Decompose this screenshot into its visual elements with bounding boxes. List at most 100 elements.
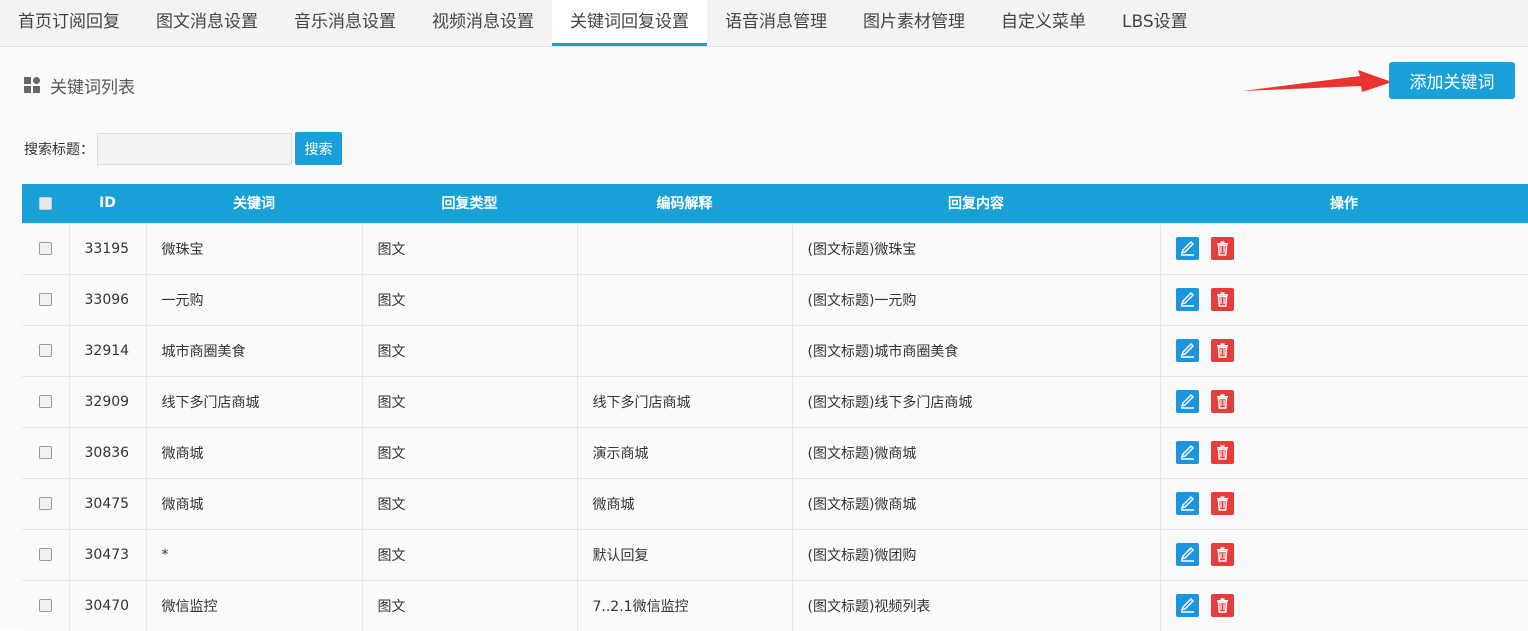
cell-keyword: 微商城 [146,426,363,478]
row-checkbox[interactable] [22,324,70,376]
header-keyword: 关键词 [233,196,275,213]
tab-video-settings[interactable]: 视频消息设置 [414,0,552,46]
header-reply-content: 回复内容 [948,196,1004,213]
tab-lbs-settings[interactable]: LBS设置 [1104,0,1206,46]
cell-operations [1160,477,1528,529]
tab-keyword-reply[interactable]: 关键词回复设置 [552,0,707,46]
cell-reply-content: (图文标题)微商城 [792,426,1161,478]
delete-icon[interactable] [1210,492,1234,515]
table-row: 30836 微商城 图文 演示商城 (图文标题)微商城 [22,426,1528,478]
tab-home-reply[interactable]: 首页订阅回复 [0,0,138,46]
table-row: 32909 线下多门店商城 图文 线下多门店商城 (图文标题)线下多门店商城 [22,375,1528,427]
cell-operations [1160,273,1528,325]
table-row: 30475 微商城 图文 微商城 (图文标题)微商城 [22,477,1528,529]
cell-keyword: 城市商圈美食 [146,324,363,376]
grid-icon [24,77,40,93]
table-row: 32914 城市商圈美食 图文 (图文标题)城市商圈美食 [22,324,1528,376]
cell-reply-type: 图文 [362,273,578,325]
tab-bar: 首页订阅回复 图文消息设置 音乐消息设置 视频消息设置 关键词回复设置 语音消息… [0,0,1528,47]
cell-reply-type: 图文 [362,222,578,274]
delete-icon[interactable] [1210,339,1234,362]
cell-id: 30475 [69,477,147,529]
cell-reply-content: (图文标题)城市商圈美食 [792,324,1161,376]
select-all-checkbox[interactable] [22,184,69,223]
edit-icon[interactable] [1175,288,1199,311]
add-keyword-button[interactable]: 添加关键词 [1389,62,1515,99]
cell-operations [1160,222,1528,274]
tab-news-settings[interactable]: 图文消息设置 [138,0,276,46]
delete-icon[interactable] [1210,441,1234,464]
edit-icon[interactable] [1175,543,1199,566]
cell-reply-type: 图文 [362,375,578,427]
tab-image-assets[interactable]: 图片素材管理 [845,0,983,46]
delete-icon[interactable] [1210,390,1234,413]
edit-icon[interactable] [1175,339,1199,362]
edit-icon[interactable] [1175,492,1199,515]
cell-reply-type: 图文 [362,528,578,580]
cell-operations [1160,426,1528,478]
cell-keyword: 线下多门店商城 [146,375,363,427]
cell-reply-type: 图文 [362,324,578,376]
cell-id: 32914 [69,324,147,376]
row-checkbox[interactable] [22,477,70,529]
edit-icon[interactable] [1175,237,1199,260]
cell-id: 30836 [69,426,147,478]
search-input[interactable] [97,132,292,165]
delete-icon[interactable] [1210,543,1234,566]
row-checkbox[interactable] [22,273,70,325]
cell-operations [1160,579,1528,631]
cell-reply-content: (图文标题)微商城 [792,477,1161,529]
cell-reply-content: (图文标题)线下多门店商城 [792,375,1161,427]
search-button[interactable]: 搜索 [295,132,342,165]
cell-id: 30470 [69,579,147,631]
delete-icon[interactable] [1210,237,1234,260]
table-row: 33096 一元购 图文 (图文标题)一元购 [22,273,1528,325]
cell-operations [1160,528,1528,580]
header-operations: 操作 [1330,196,1358,213]
cell-keyword: 微商城 [146,477,363,529]
delete-icon[interactable] [1210,288,1234,311]
cell-code-explain: 线下多门店商城 [577,375,793,427]
tab-voice-manage[interactable]: 语音消息管理 [707,0,845,46]
cell-reply-content: (图文标题)视频列表 [792,579,1161,631]
row-checkbox[interactable] [22,426,70,478]
edit-icon[interactable] [1175,594,1199,618]
cell-code-explain: 微商城 [577,477,793,529]
header-id: ID [99,195,116,212]
cell-code-explain: 演示商城 [577,426,793,478]
search-row: 搜索标题： 搜索 [24,132,342,165]
cell-code-explain [577,222,793,274]
row-checkbox[interactable] [22,579,70,631]
table-row: 30473 * 图文 默认回复 (图文标题)微团购 [22,528,1528,580]
header-code-explain: 编码解释 [656,196,713,213]
cell-reply-type: 图文 [362,426,578,478]
cell-reply-type: 图文 [362,579,578,631]
main-content: 关键词列表 添加关键词 搜索标题： 搜索 ID 关键词 回复类型 编码解释 回复… [0,47,1528,631]
cell-operations [1160,324,1528,376]
cell-id: 32909 [69,375,147,427]
row-checkbox[interactable] [22,222,70,274]
section-title-text: 关键词列表 [50,77,135,98]
delete-icon[interactable] [1210,594,1234,618]
cell-keyword: 微珠宝 [146,222,363,274]
cell-keyword: 微信监控 [146,579,363,631]
tab-custom-menu[interactable]: 自定义菜单 [983,0,1104,46]
cell-id: 30473 [69,528,147,580]
row-checkbox[interactable] [22,528,70,580]
cell-reply-type: 图文 [362,477,578,529]
cell-code-explain: 7..2.1微信监控 [577,579,793,631]
cell-code-explain: 默认回复 [577,528,793,580]
table-body: 33195 微珠宝 图文 (图文标题)微珠宝 33096 一元购 图文 (图文标题)一元购 32… [22,222,1528,631]
cell-keyword: 一元购 [146,273,363,325]
edit-icon[interactable] [1175,390,1199,413]
cell-id: 33096 [69,273,147,325]
table-header-row: ID 关键词 回复类型 编码解释 回复内容 操作 [22,184,1528,223]
row-checkbox[interactable] [22,375,70,427]
cell-keyword: * [146,528,363,580]
cell-reply-content: (图文标题)微团购 [792,528,1161,580]
cell-operations [1160,375,1528,427]
tab-music-settings[interactable]: 音乐消息设置 [276,0,414,46]
edit-icon[interactable] [1175,441,1199,464]
search-label: 搜索标题： [24,141,94,158]
cell-code-explain [577,273,793,325]
